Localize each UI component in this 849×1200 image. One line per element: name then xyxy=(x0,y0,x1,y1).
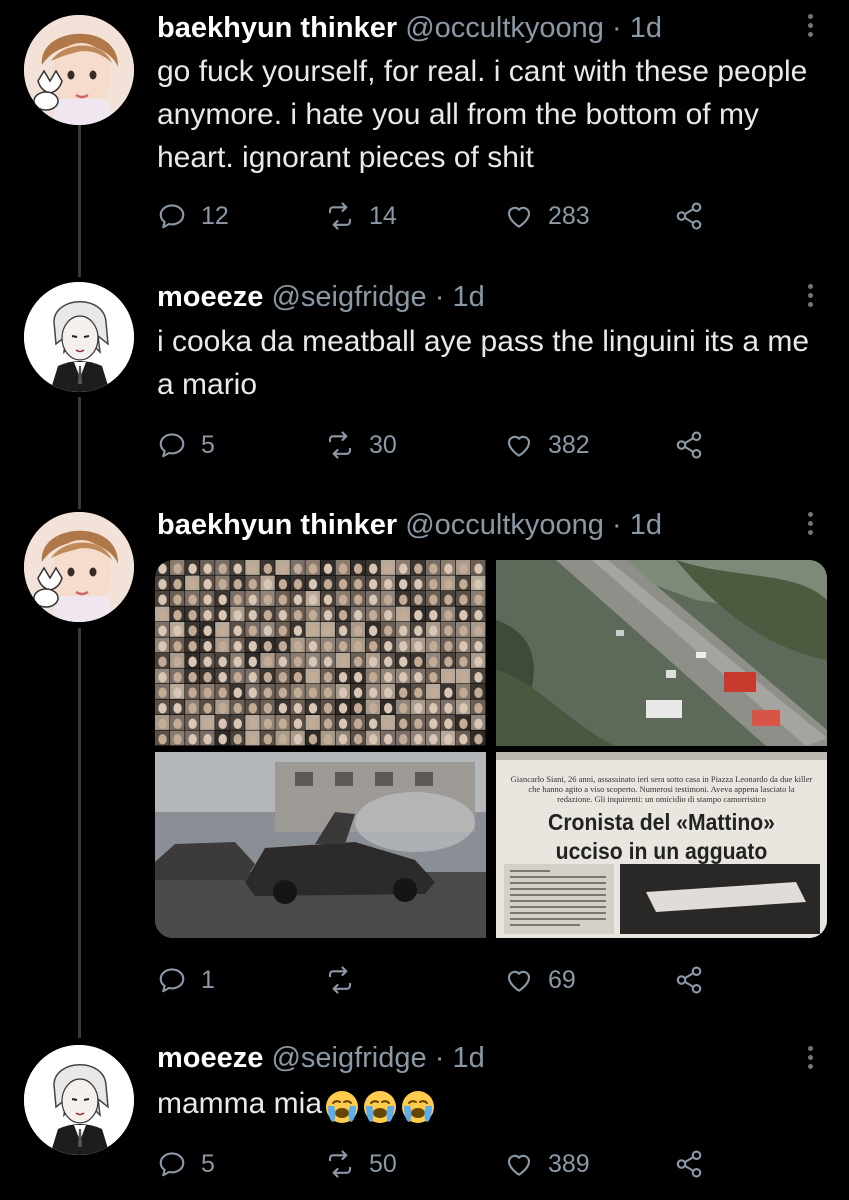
more-options-icon[interactable] xyxy=(800,14,820,42)
handle[interactable]: @occultkyoong xyxy=(405,12,604,44)
reply-icon xyxy=(157,430,187,460)
timestamp[interactable]: 1d xyxy=(452,1042,484,1074)
heart-icon xyxy=(504,1149,534,1179)
like-count: 69 xyxy=(548,965,576,994)
tweet-text-content: mamma mia xyxy=(157,1087,323,1120)
share-icon xyxy=(674,1149,704,1179)
share-button[interactable] xyxy=(674,960,718,1000)
retweet-icon xyxy=(325,1149,355,1179)
display-name[interactable]: moeeze xyxy=(157,281,263,313)
like-count: 283 xyxy=(548,201,590,230)
tweet-header: baekhyun thinker @occultkyoong · 1d xyxy=(157,11,662,45)
more-options-icon[interactable] xyxy=(800,512,820,540)
loudly-crying-face-icon xyxy=(362,1089,398,1125)
separator: · xyxy=(434,281,445,313)
handle[interactable]: @seigfridge xyxy=(271,1042,426,1074)
more-options-icon[interactable] xyxy=(800,1046,820,1074)
timestamp[interactable]: 1d xyxy=(630,12,662,44)
reply-count: 12 xyxy=(201,201,229,230)
newspaper-headline-line: ucciso in un agguato xyxy=(555,838,768,864)
timestamp[interactable]: 1d xyxy=(452,281,484,313)
display-name[interactable]: moeeze xyxy=(157,1042,263,1074)
retweet-count: 50 xyxy=(369,1149,397,1178)
loudly-crying-face-icon xyxy=(400,1089,436,1125)
thread-line xyxy=(78,125,81,277)
handle[interactable]: @occultkyoong xyxy=(405,509,604,541)
retweet-icon xyxy=(325,965,355,995)
tweet-header: baekhyun thinker @occultkyoong · 1d xyxy=(157,508,662,542)
like-button[interactable]: 283 xyxy=(504,196,590,236)
newspaper-headline: Cronista del «Mattino» ucciso in un aggu… xyxy=(522,808,801,866)
tweet-actions: 12 14 283 xyxy=(157,196,717,236)
tweet-header: moeeze @seigfridge · 1d xyxy=(157,280,485,314)
display-name[interactable]: baekhyun thinker xyxy=(157,12,397,44)
share-button[interactable] xyxy=(674,1144,718,1184)
tweet-text: mamma mia xyxy=(157,1082,827,1127)
like-button[interactable]: 389 xyxy=(504,1144,590,1184)
retweet-button[interactable]: 14 xyxy=(325,196,397,236)
like-count: 382 xyxy=(548,430,590,459)
timestamp[interactable]: 1d xyxy=(630,509,662,541)
heart-icon xyxy=(504,965,534,995)
share-icon xyxy=(674,430,704,460)
media-newspaper-clipping[interactable]: Giancarlo Siani, 26 anni, assassinato ie… xyxy=(496,752,827,938)
reply-count: 5 xyxy=(201,1149,215,1178)
avatar-image xyxy=(24,1045,134,1155)
share-icon xyxy=(674,201,704,231)
media-photo-aerial-highway[interactable] xyxy=(496,560,827,746)
newspaper-caption: Giancarlo Siani, 26 anni, assassinato ie… xyxy=(510,774,813,804)
like-button[interactable]: 69 xyxy=(504,960,576,1000)
retweet-button[interactable] xyxy=(325,960,369,1000)
loudly-crying-face-icon xyxy=(324,1089,360,1125)
reply-icon xyxy=(157,201,187,231)
retweet-icon xyxy=(325,430,355,460)
separator: · xyxy=(611,509,622,541)
avatar-image xyxy=(24,512,134,622)
reply-button[interactable]: 5 xyxy=(157,1144,215,1184)
reply-count: 1 xyxy=(201,965,215,994)
retweet-count: 30 xyxy=(369,430,397,459)
tweet-header: moeeze @seigfridge · 1d xyxy=(157,1041,485,1075)
share-icon xyxy=(674,965,704,995)
reply-button[interactable]: 1 xyxy=(157,960,215,1000)
reply-button[interactable]: 5 xyxy=(157,425,215,465)
avatar[interactable] xyxy=(24,15,134,125)
retweet-count: 14 xyxy=(369,201,397,230)
handle[interactable]: @seigfridge xyxy=(271,281,426,313)
tweet-actions: 5 30 382 xyxy=(157,425,717,465)
separator: · xyxy=(434,1042,445,1074)
reply-count: 5 xyxy=(201,430,215,459)
retweet-button[interactable]: 30 xyxy=(325,425,397,465)
avatar[interactable] xyxy=(24,282,134,392)
tweet-text: go fuck yourself, for real. i cant with … xyxy=(157,55,808,174)
separator: · xyxy=(611,12,622,44)
avatar-image xyxy=(24,15,134,125)
tweet-text: i cooka da meatball aye pass the linguin… xyxy=(157,325,810,401)
avatar-image xyxy=(24,282,134,392)
media-photo-collage[interactable] xyxy=(155,560,486,746)
emoji-group xyxy=(324,1084,438,1127)
newspaper-headline-line: Cronista del «Mattino» xyxy=(548,809,775,835)
reply-icon xyxy=(157,965,187,995)
thread-line xyxy=(78,628,81,1038)
retweet-icon xyxy=(325,201,355,231)
heart-icon xyxy=(504,201,534,231)
retweet-button[interactable]: 50 xyxy=(325,1144,397,1184)
reply-icon xyxy=(157,1149,187,1179)
tweet-actions: 5 50 389 xyxy=(157,1144,717,1184)
media-grid: Giancarlo Siani, 26 anni, assassinato ie… xyxy=(155,560,827,938)
reply-button[interactable]: 12 xyxy=(157,196,229,236)
heart-icon xyxy=(504,430,534,460)
more-options-icon[interactable] xyxy=(800,284,820,312)
media-photo-burned-cars[interactable] xyxy=(155,752,486,938)
share-button[interactable] xyxy=(674,425,718,465)
avatar[interactable] xyxy=(24,1045,134,1155)
like-count: 389 xyxy=(548,1149,590,1178)
display-name[interactable]: baekhyun thinker xyxy=(157,509,397,541)
avatar[interactable] xyxy=(24,512,134,622)
tweet-actions: 1 69 xyxy=(157,960,717,1000)
thread-line xyxy=(78,397,81,509)
like-button[interactable]: 382 xyxy=(504,425,590,465)
share-button[interactable] xyxy=(674,196,718,236)
